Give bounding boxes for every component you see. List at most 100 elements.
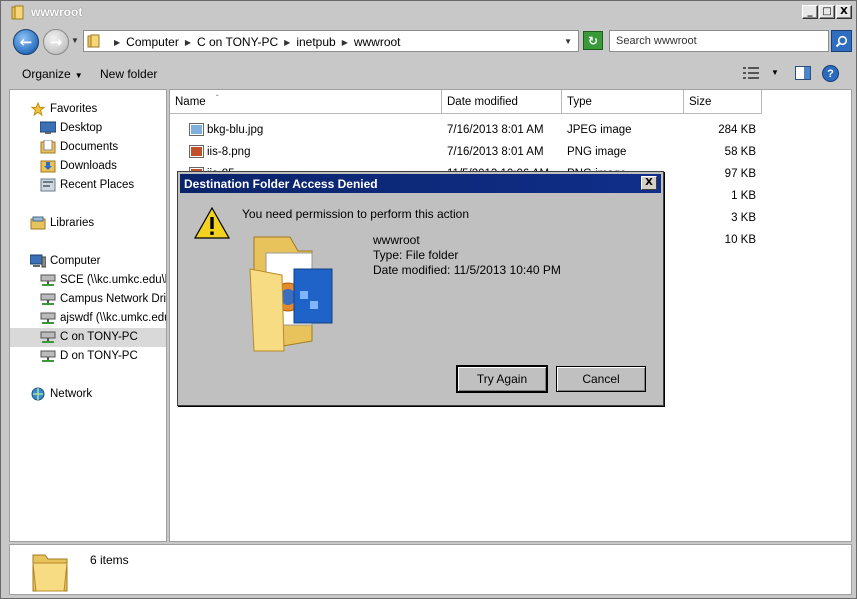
file-name: iis-8.png	[207, 146, 251, 158]
organize-button[interactable]: Organize ▼	[22, 67, 83, 81]
file-type: PNG image	[567, 146, 627, 158]
column-header-label: Date modified	[447, 96, 518, 108]
sidebar-item-desktop[interactable]: Desktop	[10, 119, 166, 138]
sidebar-item-recent-places[interactable]: Recent Places	[10, 176, 166, 195]
history-dropdown-icon[interactable]: ▼	[71, 36, 79, 45]
address-bar[interactable]: ▶ Computer ▶ C on TONY-PC ▶ inetpub ▶ ww…	[83, 30, 579, 52]
file-name: bkg-blu.jpg	[207, 124, 264, 136]
search-icon	[835, 35, 848, 47]
navigation-pane: Favorites Desktop Documents Downloads Re…	[9, 89, 167, 542]
sidebar-item-campus-drive[interactable]: Campus Network Drive	[10, 290, 167, 309]
sidebar-item-label: Desktop	[60, 122, 103, 134]
sidebar-item-label: SCE (\\kc.umkc.edu\kc	[60, 274, 167, 286]
dialog-close-button[interactable]: X	[641, 176, 657, 190]
network-drive-icon	[40, 312, 56, 324]
column-header-name[interactable]: Name ˆ	[170, 90, 442, 114]
sidebar-item-label: Campus Network Drive	[60, 293, 167, 305]
details-pane: 6 items	[9, 544, 852, 595]
folder-icon	[249, 236, 333, 352]
network-drive-icon	[40, 293, 56, 305]
search-input[interactable]: Search wwwroot	[609, 30, 829, 52]
chevron-right-icon[interactable]: ▶	[114, 38, 120, 47]
window-title: wwwroot	[31, 5, 83, 19]
breadcrumb-computer[interactable]: Computer	[126, 35, 179, 49]
sort-up-icon: ˆ	[216, 94, 219, 103]
computer-icon	[30, 254, 46, 268]
table-row[interactable]: bkg-blu.jpg 7/16/2013 8:01 AM JPEG image…	[170, 119, 850, 141]
new-folder-button[interactable]: New folder	[100, 67, 157, 81]
downloads-icon	[40, 160, 56, 173]
sidebar-item-favorites[interactable]: Favorites	[10, 100, 166, 119]
chevron-right-icon[interactable]: ▶	[185, 38, 191, 47]
sidebar-item-label: D on TONY-PC	[60, 350, 138, 362]
sidebar-item-sce-drive[interactable]: SCE (\\kc.umkc.edu\kc	[10, 271, 167, 290]
file-date: 7/16/2013 8:01 AM	[447, 146, 544, 158]
sidebar-item-ajswdf-drive[interactable]: ajswdf (\\kc.umkc.edu	[10, 309, 167, 328]
file-size: 284 KB	[718, 124, 756, 136]
sidebar-item-label: Favorites	[50, 103, 98, 115]
network-drive-icon	[40, 274, 56, 286]
cancel-button[interactable]: Cancel	[556, 366, 646, 392]
folder-details: wwwroot Type: File folder Date modified:…	[373, 233, 561, 278]
sidebar-item-computer[interactable]: Computer	[10, 252, 166, 271]
preview-pane-icon[interactable]	[795, 66, 811, 80]
maximize-button[interactable]: □	[819, 5, 835, 19]
dialog-body: You need permission to perform this acti…	[182, 197, 659, 402]
column-header-type[interactable]: Type	[562, 90, 684, 114]
column-header-label: Size	[689, 96, 712, 108]
image-file-icon	[189, 145, 204, 158]
breadcrumb-inetpub[interactable]: inetpub	[296, 35, 335, 49]
breadcrumb-wwwroot[interactable]: wwwroot	[354, 35, 401, 49]
chevron-down-icon[interactable]: ▼	[564, 37, 572, 46]
sidebar-item-label: Documents	[60, 141, 119, 153]
views-icon[interactable]	[743, 67, 759, 79]
sidebar-item-label: Network	[50, 388, 93, 400]
dialog-title-bar[interactable]: Destination Folder Access Denied X	[180, 174, 661, 193]
title-bar[interactable]: wwwroot _ □ X	[1, 1, 856, 25]
file-type: JPEG image	[567, 124, 632, 136]
sidebar-item-d-drive[interactable]: D on TONY-PC	[10, 347, 166, 366]
file-size: 10 KB	[724, 234, 756, 246]
sidebar-item-libraries[interactable]: Libraries	[10, 214, 166, 233]
libraries-icon	[30, 216, 46, 230]
breadcrumb-c-drive[interactable]: C on TONY-PC	[197, 35, 278, 49]
folder-date: Date modified: 11/5/2013 10:40 PM	[373, 263, 561, 277]
folder-icon	[87, 34, 100, 48]
folder-icon	[11, 5, 24, 20]
chevron-down-icon: ▼	[74, 71, 83, 80]
table-row[interactable]: iis-8.png 7/16/2013 8:01 AM PNG image 58…	[170, 141, 850, 163]
minimize-button[interactable]: _	[802, 5, 818, 19]
sidebar-item-label: Computer	[50, 255, 101, 267]
folder-type: Type: File folder	[373, 248, 459, 262]
network-icon	[31, 387, 45, 401]
back-button[interactable]: ←	[13, 29, 39, 55]
sidebar-item-label: Downloads	[60, 160, 117, 172]
search-button[interactable]	[831, 30, 852, 52]
file-size: 97 KB	[724, 168, 756, 180]
column-header-label: Name	[175, 96, 206, 108]
sidebar-item-documents[interactable]: Documents	[10, 138, 166, 157]
sidebar-item-label: ajswdf (\\kc.umkc.edu	[60, 312, 167, 324]
refresh-button[interactable]: ↻	[583, 31, 603, 50]
sidebar-item-network[interactable]: Network	[10, 385, 166, 404]
try-again-button[interactable]: Try Again	[456, 365, 548, 393]
column-header-label: Type	[567, 96, 592, 108]
command-bar: Organize ▼ New folder ▼ ?	[9, 59, 852, 89]
chevron-right-icon[interactable]: ▶	[342, 38, 348, 47]
dialog-title: Destination Folder Access Denied	[184, 177, 378, 191]
sidebar-item-c-drive[interactable]: C on TONY-PC	[10, 328, 166, 347]
chevron-down-icon[interactable]: ▼	[771, 68, 779, 77]
column-header-size[interactable]: Size	[684, 90, 762, 114]
sidebar-item-downloads[interactable]: Downloads	[10, 157, 166, 176]
image-file-icon	[189, 123, 204, 136]
help-icon[interactable]: ?	[822, 65, 839, 82]
folder-name: wwwroot	[373, 233, 420, 247]
network-drive-icon	[40, 350, 56, 362]
close-button[interactable]: X	[836, 5, 852, 19]
chevron-right-icon[interactable]: ▶	[284, 38, 290, 47]
sidebar-item-label: C on TONY-PC	[60, 331, 138, 343]
folder-icon	[32, 554, 68, 592]
forward-button[interactable]: →	[43, 29, 69, 55]
column-header-date[interactable]: Date modified	[442, 90, 562, 114]
documents-icon	[40, 140, 56, 154]
